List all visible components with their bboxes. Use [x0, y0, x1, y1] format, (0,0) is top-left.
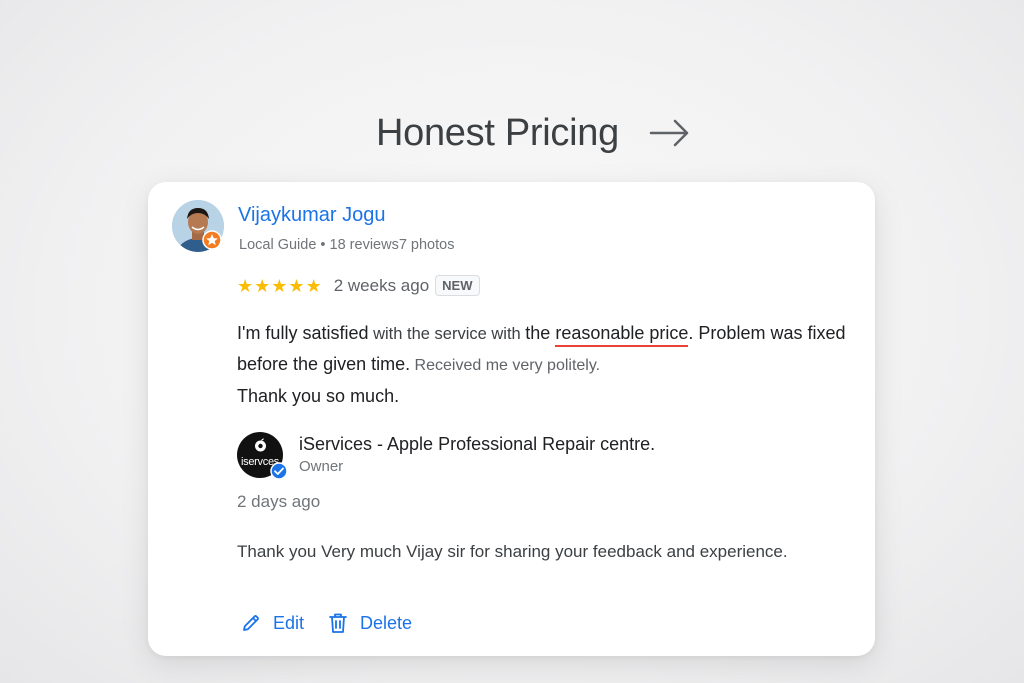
- review-text: I'm fully satisfied with the service wit…: [237, 318, 862, 411]
- review-text-part: the: [525, 323, 556, 343]
- arrow-right-icon[interactable]: [649, 118, 691, 153]
- new-badge: NEW: [435, 275, 480, 296]
- reviewer-meta: Local Guide • 18 reviews7 photos: [239, 237, 455, 253]
- highlighted-phrase: reasonable price: [555, 323, 689, 347]
- review-text-part: Received me very politely.: [410, 357, 601, 374]
- business-name-suffix: - Apple Professional Repair centre.: [372, 434, 656, 454]
- star-icon: ★: [305, 275, 322, 296]
- star-icon: ★: [288, 275, 305, 296]
- star-rating: ★ ★ ★ ★ ★: [237, 277, 322, 295]
- section-heading: Honest Pricing: [376, 112, 691, 155]
- review-card: Vijaykumar Jogu Local Guide • 18 reviews…: [148, 182, 875, 656]
- verified-check-icon: [270, 462, 288, 480]
- star-icon: ★: [254, 275, 271, 296]
- star-icon: ★: [237, 275, 254, 296]
- review-text-part: I'm fully satisfied: [237, 323, 369, 343]
- local-guide-badge-icon: [202, 230, 222, 250]
- business-name-text: iServices: [299, 434, 373, 454]
- reply-date: 2 days ago: [237, 492, 321, 511]
- business-logo[interactable]: iservces: [237, 432, 288, 480]
- reviewer-name[interactable]: Vijaykumar Jogu: [238, 204, 385, 227]
- avatar[interactable]: [172, 200, 224, 252]
- business-name: iServices - Apple Professional Repair ce…: [299, 434, 655, 455]
- review-text-part: with the service with: [368, 325, 526, 343]
- reply-actions: Edit Delete: [241, 612, 412, 634]
- star-icon: ★: [271, 275, 288, 296]
- pencil-icon: [243, 615, 259, 631]
- delete-button[interactable]: Delete: [328, 612, 412, 634]
- review-text-part: Thank you so much.: [237, 386, 400, 406]
- edit-button[interactable]: Edit: [241, 613, 304, 634]
- reply-text: Thank you Very much Vijay sir for sharin…: [237, 542, 788, 561]
- trash-icon: [329, 613, 347, 633]
- rating-row: ★ ★ ★ ★ ★ 2 weeks ago NEW: [237, 275, 480, 296]
- delete-label: Delete: [360, 612, 413, 633]
- page-title: Honest Pricing: [376, 112, 619, 154]
- owner-role: Owner: [299, 458, 344, 475]
- review-date: 2 weeks ago: [333, 275, 430, 295]
- edit-label: Edit: [273, 612, 305, 633]
- apple-logo-icon: [255, 438, 266, 452]
